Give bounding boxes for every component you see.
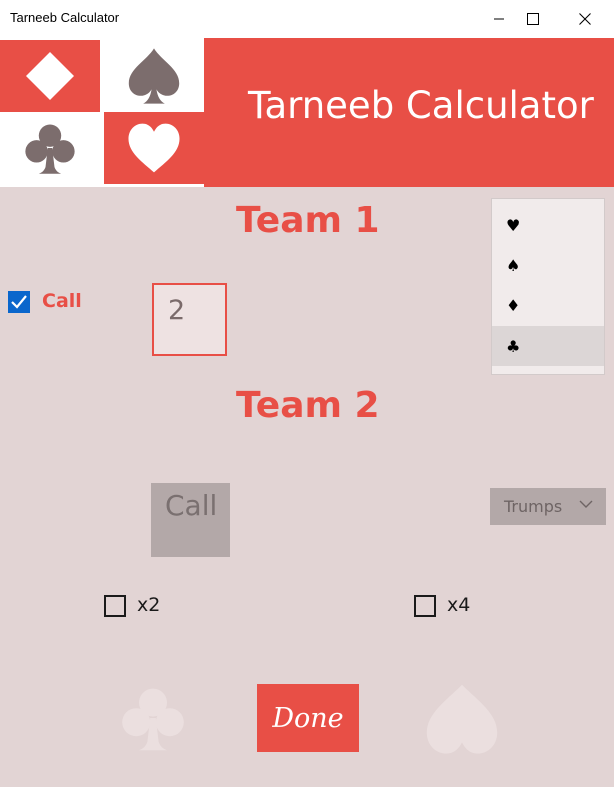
spade-tile [104,40,204,112]
club-icon [25,124,75,174]
heart-icon [426,684,498,754]
window-title: Tarneeb Calculator [10,10,120,25]
close-button[interactable] [562,0,608,38]
suit-list-item-spade[interactable]: ♠ [492,245,604,285]
suit-logo-grid [0,38,204,187]
x4-label: x4 [447,594,471,616]
team1-call-checkbox[interactable] [8,291,30,313]
maximize-icon [527,13,539,25]
diamond-icon: ♦ [506,295,521,315]
spade-icon: ♠ [506,255,521,275]
trump-suit-list[interactable]: ♥ ♠ ♦ ♣ [491,198,605,375]
diamond-icon [26,52,74,100]
done-button[interactable]: Done [257,684,359,752]
club-icon [122,688,184,751]
club-icon: ♣ [506,336,521,356]
app-title: Tarneeb Calculator [248,84,594,127]
close-icon [579,13,591,25]
chevron-down-icon [579,500,593,508]
title-bar: Tarneeb Calculator [0,0,614,38]
team1-call-label: Call [42,290,82,312]
team1-heading: Team 1 [236,200,380,241]
maximize-button[interactable] [510,0,556,38]
team2-call-button[interactable]: Call [151,483,230,557]
minimize-icon [494,18,504,20]
x2-checkbox[interactable] [104,595,126,617]
suit-list-item-diamond[interactable]: ♦ [492,285,604,325]
spade-icon [128,48,180,104]
club-tile [0,112,100,184]
trumps-dropdown-label: Trumps [504,497,563,516]
suit-list-item-club[interactable]: ♣ [492,326,604,366]
suit-list-item-heart[interactable]: ♥ [492,205,604,245]
trumps-dropdown[interactable]: Trumps [490,488,606,525]
checkmark-icon [11,295,27,309]
x4-checkbox[interactable] [414,595,436,617]
team1-bid-input[interactable]: 2 [152,283,227,356]
heart-icon [128,123,180,173]
diamond-tile [0,40,100,112]
x2-label: x2 [137,594,161,616]
heart-tile [104,112,204,184]
heart-icon: ♥ [506,215,521,235]
team2-heading: Team 2 [236,385,380,426]
